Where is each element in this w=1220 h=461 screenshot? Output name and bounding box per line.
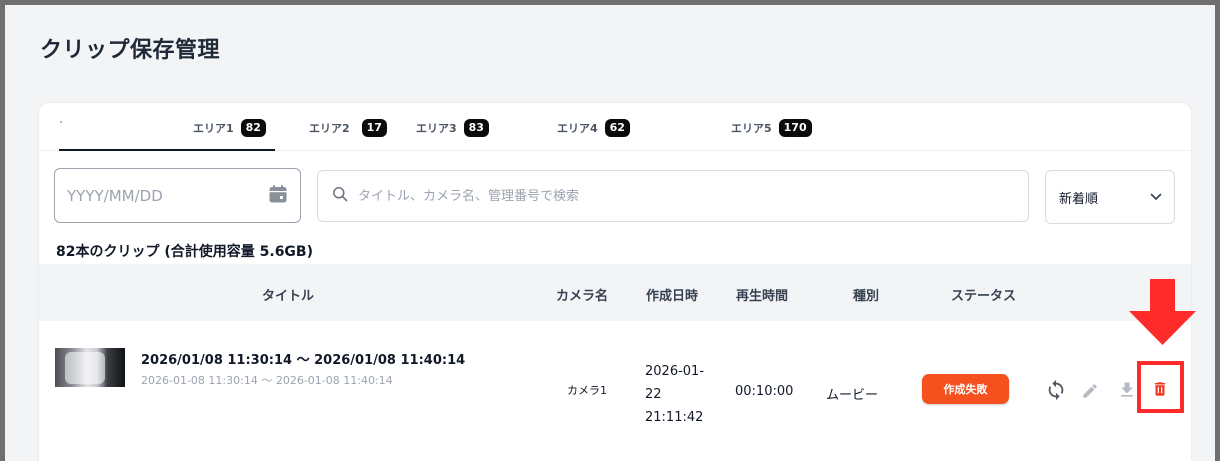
clip-title[interactable]: 2026/01/08 11:30:14 〜 2026/01/08 11:40:1… [141,349,465,368]
edit-icon[interactable] [1078,379,1102,403]
arrow-down-icon [1129,279,1196,345]
column-type: 種別 [853,289,880,304]
tab-area-3[interactable]: エリア3 83 [416,119,489,137]
clip-thumbnail[interactable] [55,348,125,387]
table-header: タイトル カメラ名 作成日時 再生時間 種別 ステータス [39,264,1191,321]
date-filter[interactable] [54,168,301,223]
tab-area-2[interactable]: エリア2 17 [309,119,387,137]
created-line: 21:11:42 [645,410,704,425]
column-title: タイトル [262,289,315,304]
search-input[interactable] [358,188,1014,204]
column-status: ステータス [951,289,1017,304]
active-tab-indicator [59,149,275,151]
column-camera: カメラ名 [556,289,609,304]
status-badge: 作成失敗 [922,374,1009,404]
tab-bar-dot [60,121,62,123]
camera-name: カメラ1 [567,384,607,397]
tab-label: エリア1 [193,122,234,135]
sort-select[interactable]: 新着順 [1045,170,1175,224]
clips-card: エリア1 82 エリア2 17 エリア3 83 エリア4 62 エリア5 170 [39,103,1191,461]
created-line: 22 [645,387,662,402]
search-box[interactable] [317,170,1029,222]
trash-icon[interactable] [1148,377,1172,401]
tab-count-badge: 82 [240,119,266,137]
clip-subtitle: 2026-01-08 11:30:14 〜 2026-01-08 11:40:1… [141,374,393,387]
table-row[interactable]: 2026/01/08 11:30:14 〜 2026/01/08 11:40:1… [39,321,1191,461]
tab-count-badge: 62 [604,119,630,137]
column-duration: 再生時間 [736,289,789,304]
tab-label: エリア3 [416,122,457,135]
tab-count-badge: 83 [463,119,489,137]
tab-count-badge: 17 [361,119,387,137]
download-icon[interactable] [1115,378,1139,402]
tab-label: エリア5 [731,122,772,135]
tab-label: エリア2 [309,122,350,135]
tab-area-4[interactable]: エリア4 62 [557,119,630,137]
tab-area-1[interactable]: エリア1 82 [193,119,266,137]
column-created: 作成日時 [646,289,699,304]
tab-label: エリア4 [557,122,598,135]
sort-value: 新着順 [1059,191,1099,207]
created-datetime: 2026-01- 22 21:11:42 [645,360,704,429]
refresh-icon[interactable] [1044,378,1068,402]
search-icon [332,186,348,206]
created-line: 2026-01- [645,364,705,379]
duration: 00:10:00 [735,384,794,399]
tab-count-badge: 170 [778,119,812,137]
page-title: クリップ保存管理 [40,38,221,63]
clip-type: ムービー [826,388,879,403]
area-tabs: エリア1 82 エリア2 17 エリア3 83 エリア4 62 エリア5 170 [39,103,1191,151]
date-input[interactable] [67,186,268,205]
calendar-icon[interactable] [268,184,288,208]
tab-area-5[interactable]: エリア5 170 [731,119,812,137]
chevron-down-icon [1150,190,1162,205]
clip-summary: 82本のクリップ (合計使用容量 5.6GB) [56,244,313,260]
